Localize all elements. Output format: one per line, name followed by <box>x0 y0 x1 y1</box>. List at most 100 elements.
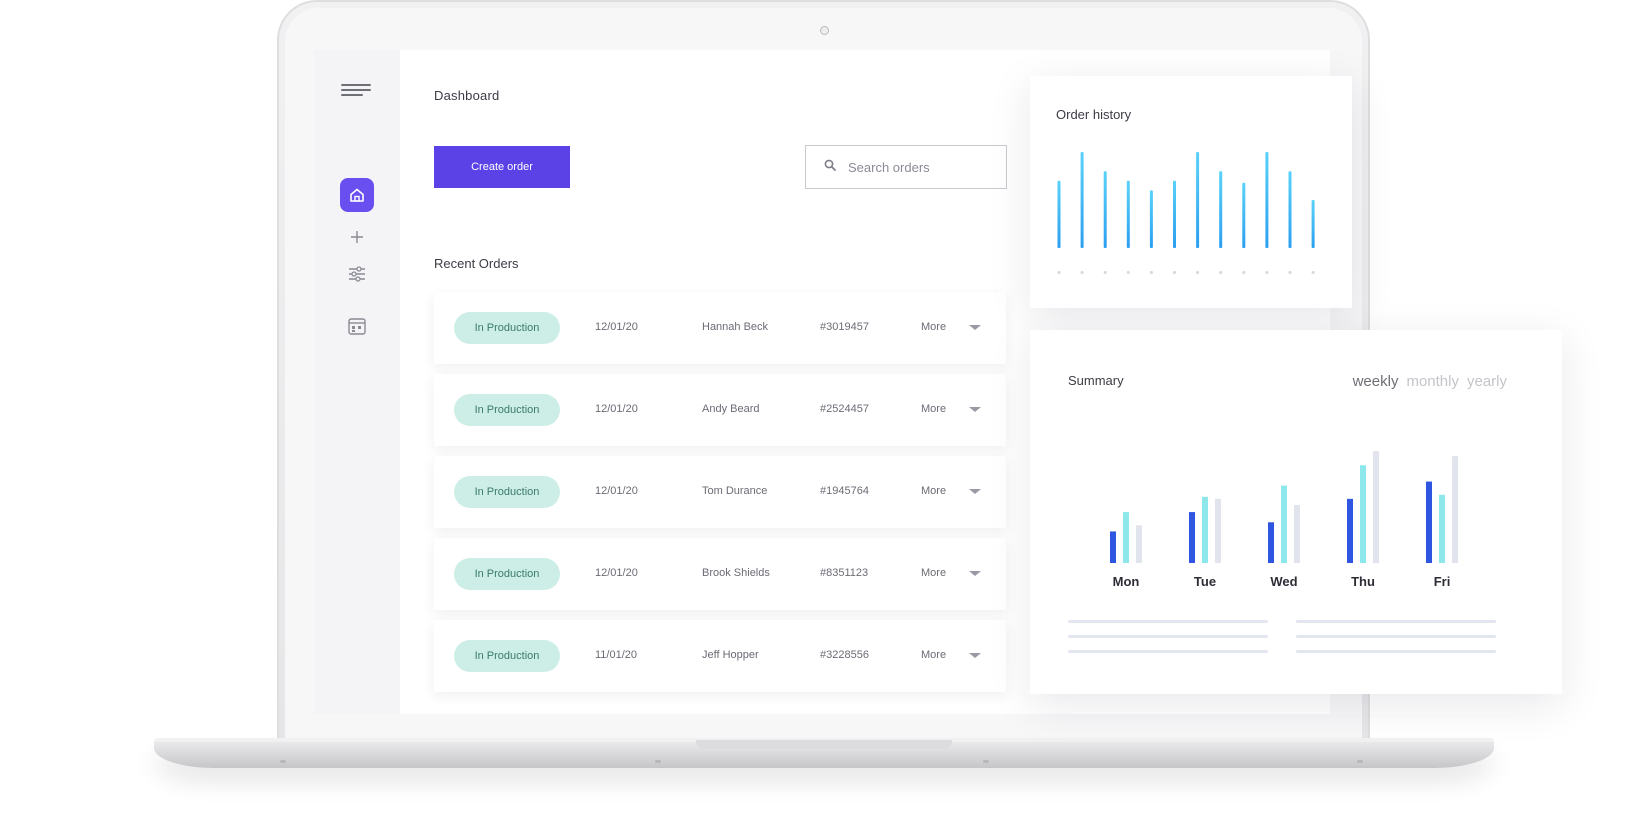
order-history-tick <box>1242 271 1246 274</box>
summary-day-label: Thu <box>1351 574 1375 589</box>
more-button[interactable]: More <box>921 567 946 579</box>
order-history-tick <box>1149 271 1153 274</box>
camera-icon <box>820 26 829 35</box>
summary-day-label: Mon <box>1113 574 1140 589</box>
order-row[interactable]: In Production 12/01/20 Andy Beard #2524457 M… <box>434 374 1006 446</box>
customer-name: Hannah Beck <box>702 321 769 333</box>
status-badge: In Production <box>454 640 560 672</box>
order-history-tick <box>1103 271 1107 274</box>
laptop-foot <box>983 760 989 763</box>
status-badge: In Production <box>454 312 560 344</box>
order-id: #3019457 <box>820 321 869 333</box>
order-date: 11/01/20 <box>595 649 638 661</box>
summary-bar <box>1360 465 1366 563</box>
customer-name: Andy Beard <box>702 403 760 415</box>
chevron-down-icon[interactable] <box>969 407 981 412</box>
summary-bar <box>1373 451 1379 563</box>
customer-name: Brook Shields <box>702 567 770 579</box>
order-history-bar <box>1265 152 1269 248</box>
home-icon[interactable] <box>340 178 374 212</box>
order-history-tick <box>1196 271 1200 274</box>
order-history-bar <box>1311 200 1315 248</box>
summary-placeholder-line <box>1068 635 1268 638</box>
order-date: 12/01/20 <box>595 567 638 579</box>
summary-bar <box>1215 498 1221 563</box>
orders-list: In Production 12/01/20 Hannah Beck #3019457… <box>434 292 1006 702</box>
order-history-tick <box>1265 271 1269 274</box>
summary-placeholder-line <box>1296 620 1496 623</box>
order-history-bar <box>1126 180 1130 248</box>
customer-name: Jeff Hopper <box>702 649 759 661</box>
order-row[interactable]: In Production 12/01/20 Tom Durance #1945764… <box>434 456 1006 528</box>
summary-bar <box>1347 498 1353 563</box>
status-badge: In Production <box>454 394 560 426</box>
order-history-bar <box>1196 152 1200 248</box>
order-history-card: Order history <box>1030 76 1352 308</box>
customer-name: Tom Durance <box>702 485 768 497</box>
order-history-bar <box>1219 171 1223 248</box>
page-title: Dashboard <box>434 88 500 103</box>
summary-bar <box>1452 456 1458 563</box>
laptop-foot <box>655 760 661 763</box>
plus-icon[interactable] <box>344 224 370 250</box>
summary-bar <box>1110 531 1116 563</box>
order-history-bar <box>1242 182 1246 248</box>
summary-chart: Mon Tue Wed Thu Fri <box>1110 451 1458 589</box>
summary-day-label: Fri <box>1434 574 1451 589</box>
search-input[interactable]: Search orders <box>805 145 1007 189</box>
order-history-tick <box>1173 271 1176 274</box>
laptop-foot <box>1357 760 1363 763</box>
summary-day-label: Tue <box>1194 574 1216 589</box>
summary-card: Summary weekly monthly yearly Mon Tue Wed T… <box>1030 330 1562 694</box>
more-button[interactable]: More <box>921 321 946 333</box>
order-history-chart <box>1057 152 1315 274</box>
order-history-bar <box>1149 190 1153 248</box>
summary-bar <box>1202 496 1208 563</box>
order-id: #1945764 <box>820 485 869 497</box>
laptop-foot <box>280 760 286 763</box>
order-row[interactable]: In Production 12/01/20 Brook Shields #83511… <box>434 538 1006 610</box>
menu-icon[interactable] <box>341 84 373 100</box>
more-button[interactable]: More <box>921 485 946 497</box>
status-badge: In Production <box>454 476 560 508</box>
create-order-button[interactable]: Create order <box>434 146 570 188</box>
order-date: 12/01/20 <box>595 403 638 415</box>
more-button[interactable]: More <box>921 649 946 661</box>
chevron-down-icon[interactable] <box>969 653 981 658</box>
summary-bar <box>1123 512 1129 563</box>
summary-bar <box>1268 522 1274 563</box>
sidebar <box>314 50 400 714</box>
calendar-icon[interactable] <box>344 313 370 339</box>
summary-bar <box>1189 512 1195 563</box>
chevron-down-icon[interactable] <box>969 571 981 576</box>
laptop-notch <box>696 740 952 749</box>
order-row[interactable]: In Production 12/01/20 Hannah Beck #3019457… <box>434 292 1006 364</box>
search-icon <box>824 158 836 176</box>
summary-bar <box>1439 494 1445 563</box>
order-history-bar <box>1173 180 1176 248</box>
order-history-bar <box>1103 171 1107 248</box>
order-row[interactable]: In Production 11/01/20 Jeff Hopper #3228556… <box>434 620 1006 692</box>
order-history-tick <box>1080 271 1084 274</box>
status-badge: In Production <box>454 558 560 590</box>
recent-orders-title: Recent Orders <box>434 256 519 271</box>
search-placeholder: Search orders <box>848 159 930 175</box>
summary-placeholder-line <box>1296 635 1496 638</box>
order-date: 12/01/20 <box>595 321 638 333</box>
chevron-down-icon[interactable] <box>969 325 981 330</box>
order-date: 12/01/20 <box>595 485 638 497</box>
summary-placeholder-line <box>1068 620 1268 623</box>
order-history-tick <box>1311 271 1315 274</box>
summary-bar <box>1426 481 1432 563</box>
order-id: #2524457 <box>820 403 869 415</box>
order-id: #3228556 <box>820 649 869 661</box>
summary-bar <box>1136 525 1142 563</box>
summary-bar <box>1294 504 1300 563</box>
more-button[interactable]: More <box>921 403 946 415</box>
laptop-mockup: Dashboard Create order Search orders Rec… <box>0 0 1648 838</box>
sliders-icon[interactable] <box>344 261 370 287</box>
order-id: #8351123 <box>820 567 869 579</box>
summary-bar <box>1281 485 1287 563</box>
chevron-down-icon[interactable] <box>969 489 981 494</box>
order-history-bar <box>1057 180 1061 248</box>
